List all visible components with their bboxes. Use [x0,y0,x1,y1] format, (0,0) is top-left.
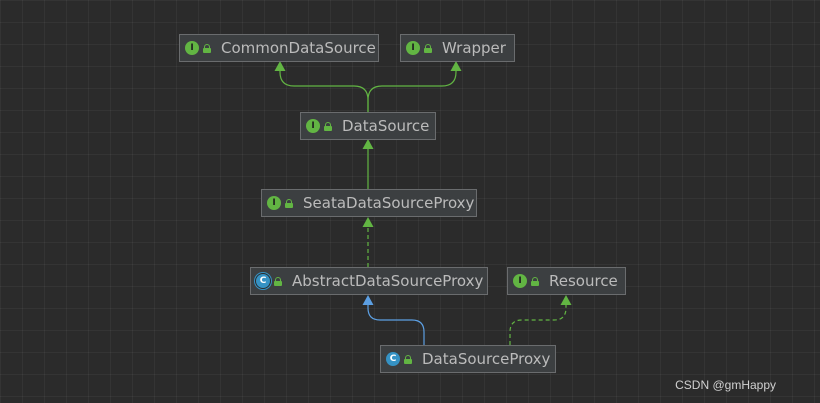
node-label: DataSource [342,117,430,135]
public-lock-icon [324,121,332,131]
interface-icon: I [267,196,281,210]
node-label: SeataDataSourceProxy [303,194,475,212]
edge-proxy-resource [509,304,567,345]
node-resource[interactable]: I Resource [507,267,626,295]
edge-datasource-commondatasource [279,70,369,112]
public-lock-icon [285,198,293,208]
watermark: CSDN @gmHappy [675,378,776,392]
edge-datasource-wrapper [367,70,457,112]
public-lock-icon [203,43,211,53]
node-label: Resource [549,272,618,290]
node-wrapper[interactable]: I Wrapper [400,34,515,62]
arrowhead-commondatasource [274,61,286,71]
arrowhead-abstract [362,295,374,305]
interface-icon: I [306,119,320,133]
node-abstract-data-source-proxy[interactable]: C AbstractDataSourceProxy [250,267,488,295]
node-seata-data-source-proxy[interactable]: I SeataDataSourceProxy [261,189,477,217]
node-data-source[interactable]: I DataSource [300,112,436,140]
interface-icon: I [406,41,420,55]
arrowhead-seata [362,217,374,227]
interface-icon: I [185,41,199,55]
node-common-data-source[interactable]: I CommonDataSource [179,34,379,62]
public-lock-icon [424,43,432,53]
class-icon: C [386,352,400,366]
node-label: Wrapper [442,39,506,57]
node-label: AbstractDataSourceProxy [292,272,484,290]
edge-proxy-abstract [367,304,425,345]
public-lock-icon [404,354,412,364]
public-lock-icon [531,276,539,286]
interface-icon: I [513,274,527,288]
node-label: DataSourceProxy [422,350,551,368]
public-lock-icon [274,276,282,286]
node-data-source-proxy[interactable]: C DataSourceProxy [380,345,556,373]
arrowhead-datasource [362,139,374,149]
arrowhead-wrapper [450,61,462,71]
abstract-class-icon: C [256,274,270,288]
node-label: CommonDataSource [221,39,376,57]
arrowhead-resource [560,295,572,305]
